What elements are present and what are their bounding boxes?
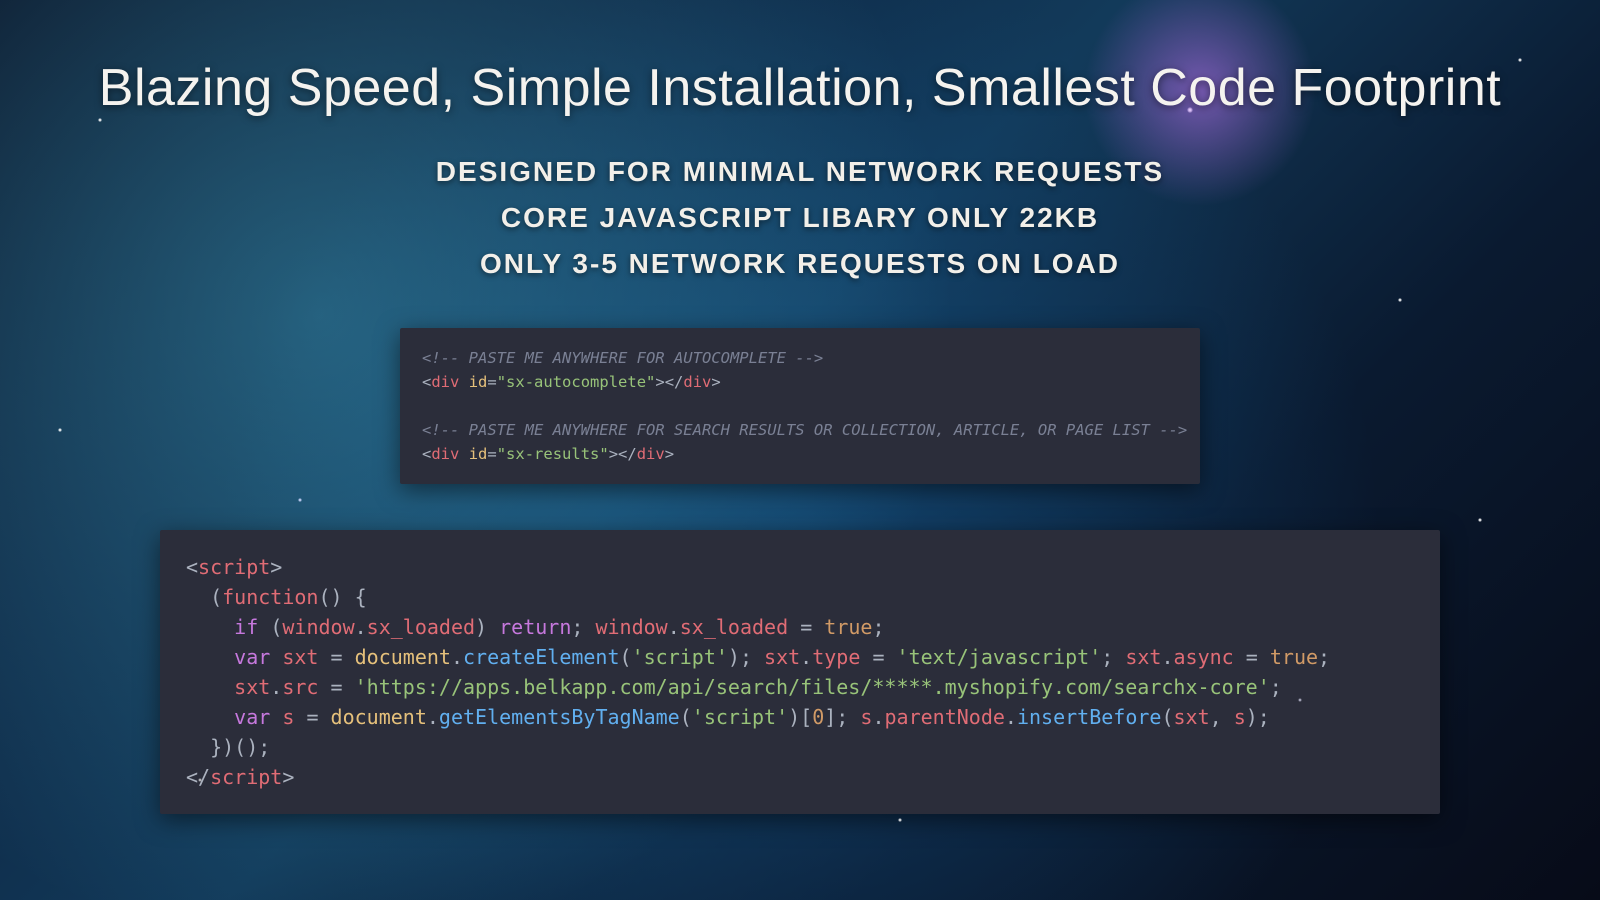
js-snippet: <script> (function() { if (window.sx_loa… xyxy=(186,552,1414,792)
subtitle-line: CORE JAVASCRIPT LIBARY ONLY 22KB xyxy=(501,202,1099,234)
code-comment: <!-- PASTE ME ANYWHERE FOR SEARCH RESULT… xyxy=(422,421,1187,439)
code-comment: <!-- PASTE ME ANYWHERE FOR AUTOCOMPLETE … xyxy=(422,349,823,367)
subtitle-line: ONLY 3-5 NETWORK REQUESTS ON LOAD xyxy=(480,248,1120,280)
subtitle-group: DESIGNED FOR MINIMAL NETWORK REQUESTS CO… xyxy=(0,156,1600,280)
div-id: sx-autocomplete xyxy=(506,373,646,391)
div-id: sx-results xyxy=(506,445,599,463)
tag-open: script xyxy=(198,555,270,579)
html-snippet: <!-- PASTE ME ANYWHERE FOR AUTOCOMPLETE … xyxy=(422,346,1178,466)
tag-close: script xyxy=(210,765,282,789)
slide: Blazing Speed, Simple Installation, Smal… xyxy=(0,0,1600,900)
js-snippet-box: <script> (function() { if (window.sx_loa… xyxy=(160,530,1440,814)
src-url: https://apps.belkapp.com/api/search/file… xyxy=(367,675,1258,699)
html-snippet-box: <!-- PASTE ME ANYWHERE FOR AUTOCOMPLETE … xyxy=(400,328,1200,484)
slide-title: Blazing Speed, Simple Installation, Smal… xyxy=(0,58,1600,118)
subtitle-line: DESIGNED FOR MINIMAL NETWORK REQUESTS xyxy=(436,156,1164,188)
